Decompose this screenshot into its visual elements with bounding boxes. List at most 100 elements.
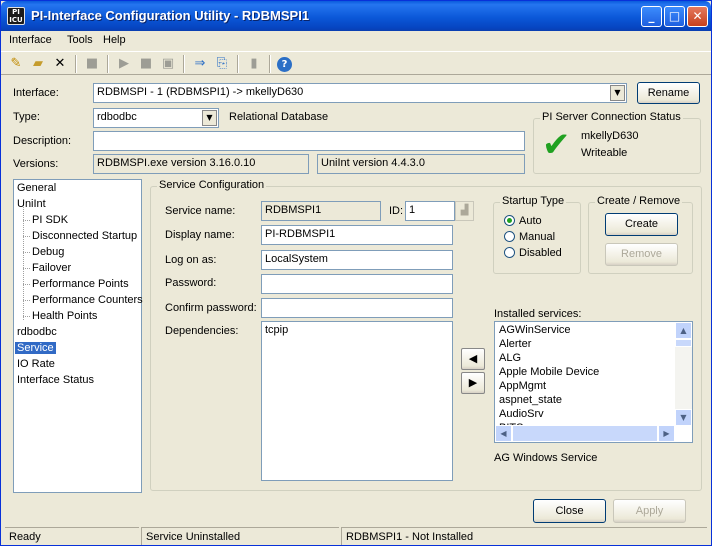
remove-dependency-button[interactable]: ▶: [461, 372, 485, 394]
description-input[interactable]: [93, 131, 525, 151]
menu-help[interactable]: Help: [103, 34, 126, 46]
list-item[interactable]: AppMgmt: [499, 380, 546, 392]
installed-services-label: Installed services:: [494, 308, 582, 320]
tree-item-debug[interactable]: Debug: [32, 246, 64, 258]
service-name-label: Service name:: [165, 205, 236, 217]
save-icon[interactable]: ■: [83, 55, 101, 73]
tree-item-performance-counters[interactable]: Performance Counters: [32, 294, 143, 306]
add-dependency-button[interactable]: ◀: [461, 348, 485, 370]
pause-service-icon[interactable]: ▣: [159, 55, 177, 73]
horizontal-scrollbar[interactable]: ◀ ▶: [495, 425, 675, 442]
remove-service-button[interactable]: Remove: [605, 243, 678, 266]
startup-disabled-label[interactable]: Disabled: [519, 247, 562, 259]
main-window: PI ICU PI-Interface Configuration Utility…: [0, 0, 712, 546]
dependencies-label: Dependencies:: [165, 325, 239, 337]
list-item[interactable]: Alerter: [499, 338, 531, 350]
display-name-input[interactable]: PI-RDBMSPI1: [261, 225, 453, 245]
toolbar-separator: [183, 55, 185, 73]
startup-auto-label[interactable]: Auto: [519, 215, 542, 227]
close-button[interactable]: Close: [533, 499, 606, 523]
scroll-down-icon[interactable]: ▼: [675, 409, 692, 426]
tree-item-pi-sdk[interactable]: PI SDK: [32, 214, 68, 226]
apply-button[interactable]: Apply: [613, 499, 686, 523]
horizontal-scroll-thumb[interactable]: [512, 425, 658, 442]
vertical-scroll-thumb[interactable]: [675, 339, 692, 347]
toolbar-separator: [75, 55, 77, 73]
tree-item-uniint[interactable]: UniInt: [17, 198, 46, 210]
vertical-scrollbar[interactable]: ▲ ▼: [675, 322, 692, 426]
installed-services-list[interactable]: AGWinService Alerter ALG Apple Mobile De…: [494, 321, 693, 443]
checkmark-icon: ✔: [542, 125, 571, 165]
confirm-password-input[interactable]: [261, 298, 453, 318]
title-bar[interactable]: PI ICU PI-Interface Configuration Utility…: [1, 1, 711, 31]
logon-input[interactable]: LocalSystem: [261, 250, 453, 270]
list-item[interactable]: tcpip: [265, 324, 288, 336]
list-item[interactable]: aspnet_state: [499, 394, 562, 406]
exe-version-field: RDBMSPI.exe version 3.16.0.10: [93, 154, 309, 174]
scroll-right-icon[interactable]: ▶: [658, 425, 675, 442]
password-input[interactable]: [261, 274, 453, 294]
startup-auto-radio[interactable]: [504, 215, 515, 226]
start-service-icon[interactable]: ▶: [115, 55, 133, 73]
new-icon[interactable]: ✎: [7, 55, 25, 73]
tree-item-failover[interactable]: Failover: [32, 262, 71, 274]
startup-manual-label[interactable]: Manual: [519, 231, 555, 243]
menu-interface[interactable]: Interface: [9, 34, 52, 46]
rename-button[interactable]: Rename: [637, 82, 700, 104]
view-log-icon[interactable]: ⎘: [213, 55, 231, 73]
description-label: Description:: [13, 135, 72, 147]
list-item[interactable]: AGWinService: [499, 324, 571, 336]
export-icon[interactable]: ⇒: [191, 55, 209, 73]
create-service-button[interactable]: Create: [605, 213, 678, 236]
startup-type-title: Startup Type: [500, 195, 567, 207]
tree-item-io-rate[interactable]: IO Rate: [17, 358, 55, 370]
chevron-down-icon[interactable]: ▼: [610, 85, 625, 101]
type-combo-value: rdbodbc: [97, 111, 137, 123]
toolbar-separator: [269, 55, 271, 73]
tree-item-disconnected-startup[interactable]: Disconnected Startup: [32, 230, 137, 242]
scroll-left-icon[interactable]: ◀: [495, 425, 512, 442]
tree-item-performance-points[interactable]: Performance Points: [32, 278, 129, 290]
selected-service-description: AG Windows Service: [494, 452, 598, 464]
maximize-button[interactable]: □: [664, 6, 685, 27]
menu-tools[interactable]: Tools: [67, 34, 93, 46]
document-icon[interactable]: ▮: [245, 55, 263, 73]
server-name: mkellyD630: [581, 130, 639, 142]
tree-item-interface-status[interactable]: Interface Status: [17, 374, 94, 386]
server-status-group: PI Server Connection Status ✔ mkellyD630…: [533, 111, 701, 174]
pi-icu-app-icon: PI ICU: [7, 7, 25, 25]
delete-icon[interactable]: ✕: [51, 55, 69, 73]
stop-service-icon[interactable]: ■: [137, 55, 155, 73]
startup-disabled-radio[interactable]: [504, 247, 515, 258]
tree-line: [23, 252, 30, 253]
server-status-title: PI Server Connection Status: [540, 111, 683, 123]
scroll-up-icon[interactable]: ▲: [675, 322, 692, 339]
list-item[interactable]: AudioSrv: [499, 408, 544, 420]
settings-tree[interactable]: General UniInt PI SDK Disconnected Start…: [13, 179, 143, 493]
interface-combo[interactable]: RDBMSPI - 1 (RDBMSPI1) -> mkellyD630 ▼: [93, 83, 627, 103]
id-label: ID:: [389, 205, 404, 217]
type-combo[interactable]: rdbodbc ▼: [93, 108, 219, 128]
tree-item-health-points[interactable]: Health Points: [32, 310, 97, 322]
id-pick-icon[interactable]: ▟: [455, 201, 474, 221]
server-connection-status: Writeable: [581, 147, 628, 159]
tree-item-general[interactable]: General: [17, 182, 56, 194]
status-bar: Ready Service Uninstalled RDBMSPI1 - Not…: [1, 527, 711, 546]
close-window-button[interactable]: ✕: [687, 6, 708, 27]
tree-line: [23, 236, 30, 237]
list-item[interactable]: Apple Mobile Device: [499, 366, 599, 378]
tree-item-rdbodbc[interactable]: rdbodbc: [17, 326, 57, 338]
id-input[interactable]: 1: [405, 201, 455, 221]
chevron-down-icon[interactable]: ▼: [202, 110, 217, 126]
status-interface: RDBMSPI1 - Not Installed: [341, 527, 707, 545]
menu-bar: Interface Tools Help: [1, 31, 711, 50]
versions-label: Versions:: [13, 158, 59, 170]
dependencies-list[interactable]: tcpip: [261, 321, 453, 481]
open-folder-icon[interactable]: ▰: [29, 55, 47, 73]
startup-manual-radio[interactable]: [504, 231, 515, 242]
help-icon[interactable]: ?: [277, 57, 292, 72]
interface-combo-value: RDBMSPI - 1 (RDBMSPI1) -> mkellyD630: [97, 86, 304, 98]
list-item[interactable]: ALG: [499, 352, 521, 364]
tree-item-service[interactable]: Service: [15, 342, 56, 354]
minimize-button[interactable]: _: [641, 6, 662, 27]
